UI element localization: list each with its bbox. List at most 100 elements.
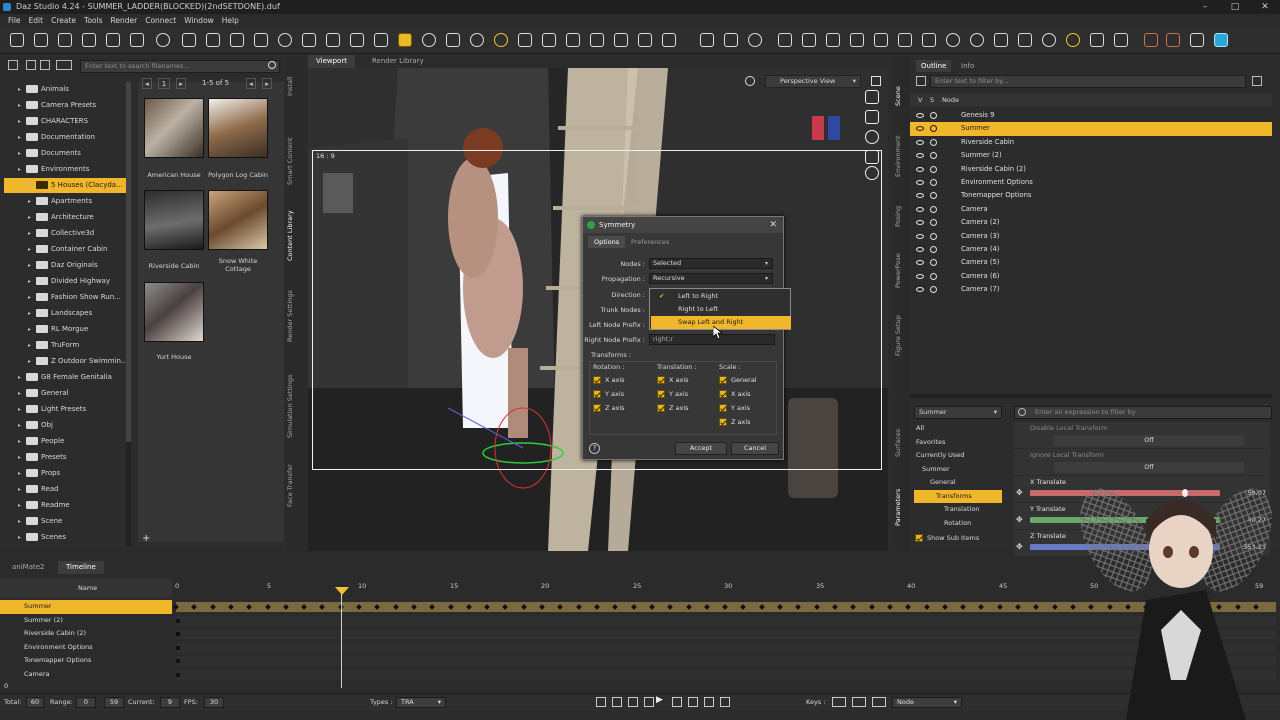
parameter-group-item[interactable]: Favorites: [914, 436, 1002, 449]
bake-key-icon[interactable]: [872, 697, 886, 707]
folder-tree-item[interactable]: ▸ Documents: [4, 146, 128, 161]
pose-tool-icon[interactable]: [1066, 33, 1080, 47]
visibility-eye-icon[interactable]: [916, 220, 924, 226]
next-key-icon[interactable]: [688, 697, 698, 707]
keyframe-marker[interactable]: [887, 604, 893, 610]
keyframe-marker[interactable]: [176, 659, 180, 663]
visibility-eye-icon[interactable]: [916, 139, 924, 145]
keyframe-marker[interactable]: [869, 604, 875, 610]
blend-tool-icon[interactable]: [802, 33, 816, 47]
keyframe-marker[interactable]: [301, 604, 307, 610]
perspective-view-select[interactable]: Perspective View ▾: [765, 75, 861, 88]
menu-window[interactable]: Window: [180, 14, 218, 28]
keyframe-marker[interactable]: [759, 604, 765, 610]
drag-handle-icon[interactable]: ✥: [1016, 515, 1023, 524]
list-tool-icon[interactable]: [374, 33, 388, 47]
keyframe-marker[interactable]: [777, 604, 783, 610]
expand-arrow-icon[interactable]: ▸: [18, 370, 26, 385]
expand-arrow-icon[interactable]: ▸: [18, 498, 26, 513]
step-forward-icon[interactable]: [672, 697, 682, 707]
visibility-eye-icon[interactable]: [916, 247, 924, 252]
go-to-end-icon[interactable]: [704, 697, 714, 707]
folder-tree-item[interactable]: ▸ Collective3d: [4, 226, 128, 241]
back-icon[interactable]: [8, 60, 18, 70]
hand-tool-icon[interactable]: [994, 33, 1008, 47]
scene-node-row[interactable]: Environment Options: [910, 176, 1272, 189]
add-icon[interactable]: +: [142, 534, 152, 544]
menu-tools[interactable]: Tools: [80, 14, 106, 28]
folder-tree-item[interactable]: ▸ Props: [4, 466, 128, 481]
menu-connect[interactable]: Connect: [141, 14, 180, 28]
close-icon[interactable]: ✕: [769, 217, 777, 233]
keyframe-marker[interactable]: [319, 604, 325, 610]
keyframe-marker[interactable]: [594, 604, 600, 610]
folder-tree-item[interactable]: ▸ Presets: [4, 450, 128, 465]
timeline-track-row[interactable]: Camera: [0, 668, 172, 682]
spot-render-icon[interactable]: [590, 33, 604, 47]
figure-red-icon[interactable]: [1144, 33, 1158, 47]
keyframe-marker[interactable]: [246, 604, 252, 610]
joint-editor-icon[interactable]: [254, 33, 268, 47]
keyframe-marker[interactable]: [356, 604, 362, 610]
parameter-group-item[interactable]: Rotation: [914, 517, 1002, 530]
total-input[interactable]: 60: [26, 697, 44, 708]
expand-arrow-icon[interactable]: ▸: [18, 434, 26, 449]
translate-tool-icon[interactable]: [518, 33, 532, 47]
orbit-icon[interactable]: [946, 33, 960, 47]
timeline-track-row[interactable]: Riverside Cabin (2): [0, 627, 172, 641]
export-icon[interactable]: [130, 33, 144, 47]
folder-tree-item[interactable]: ▸ Divided Highway: [4, 274, 128, 289]
keyframe-marker[interactable]: [997, 604, 1003, 610]
scene-gizmo-icon[interactable]: [898, 33, 912, 47]
folder-tree-item[interactable]: ▸ Apartments: [4, 194, 128, 209]
cancel-button[interactable]: Cancel: [731, 442, 779, 455]
scale-tool-icon[interactable]: [542, 33, 556, 47]
expand-arrow-icon[interactable]: ▸: [28, 210, 36, 225]
folder-tree-item[interactable]: ▸ General: [4, 386, 128, 401]
new-scene-icon[interactable]: [10, 33, 24, 47]
expand-arrow-icon[interactable]: ▸: [18, 130, 26, 145]
keyframe-marker[interactable]: [667, 604, 673, 610]
scene-options-icon[interactable]: [1252, 76, 1262, 86]
play-icon[interactable]: ▶: [656, 695, 663, 705]
scale-y-checkbox[interactable]: [719, 404, 727, 412]
keyframe-marker[interactable]: [176, 632, 180, 636]
folder-tree-item[interactable]: ▸ Light Presets: [4, 402, 128, 417]
keyframe-marker[interactable]: [795, 604, 801, 610]
home-icon[interactable]: [700, 33, 714, 47]
merge-file-icon[interactable]: [58, 33, 72, 47]
keyframe-marker[interactable]: [539, 604, 545, 610]
range-start-input[interactable]: 0: [76, 697, 96, 708]
folder-tree-item[interactable]: ▸ Readme: [4, 498, 128, 513]
scene-node-row[interactable]: Camera (2): [910, 216, 1272, 229]
content-search-input[interactable]: Enter text to search filenames...: [80, 60, 280, 73]
pointer-tool-icon[interactable]: [446, 33, 460, 47]
right-node-prefix-input[interactable]: right;r: [649, 334, 775, 345]
tab-parameters[interactable]: Parameters: [894, 480, 910, 535]
thumbnail-polygon-log-cabin[interactable]: [208, 98, 268, 158]
expand-arrow-icon[interactable]: ▸: [28, 338, 36, 353]
folder-tree-item[interactable]: ▸ Container Cabin: [4, 242, 128, 257]
expand-arrow-icon[interactable]: ▸: [18, 482, 26, 497]
nodes-select[interactable]: Selected ▾: [649, 258, 773, 269]
scene-node-row[interactable]: Summer (2): [910, 149, 1272, 162]
parameter-filter-input[interactable]: Enter an expression to filter by: [1014, 406, 1272, 419]
pager-next-icon[interactable]: ▸: [176, 78, 186, 89]
scale-x-checkbox[interactable]: [719, 390, 727, 398]
menu-file[interactable]: File: [4, 14, 25, 28]
viewport-menu-icon[interactable]: [871, 76, 881, 86]
tab-viewport[interactable]: Viewport: [308, 55, 355, 68]
open-file-icon[interactable]: [34, 33, 48, 47]
menu-help[interactable]: Help: [218, 14, 243, 28]
keyframe-marker[interactable]: [631, 604, 637, 610]
geometry-editor-icon[interactable]: [278, 33, 292, 47]
frame-tool-icon[interactable]: [922, 33, 936, 47]
expand-arrow-icon[interactable]: ▸: [18, 514, 26, 529]
tab-install[interactable]: Install: [286, 66, 302, 106]
folder-tree-item[interactable]: ▸ Animals: [4, 82, 128, 97]
menu-render[interactable]: Render: [107, 14, 142, 28]
scene-node-row[interactable]: Camera (6): [910, 270, 1272, 283]
drag-handle-icon[interactable]: ✥: [1016, 488, 1023, 497]
keyframe-marker[interactable]: [176, 672, 180, 677]
figure-white-icon[interactable]: [1190, 33, 1204, 47]
